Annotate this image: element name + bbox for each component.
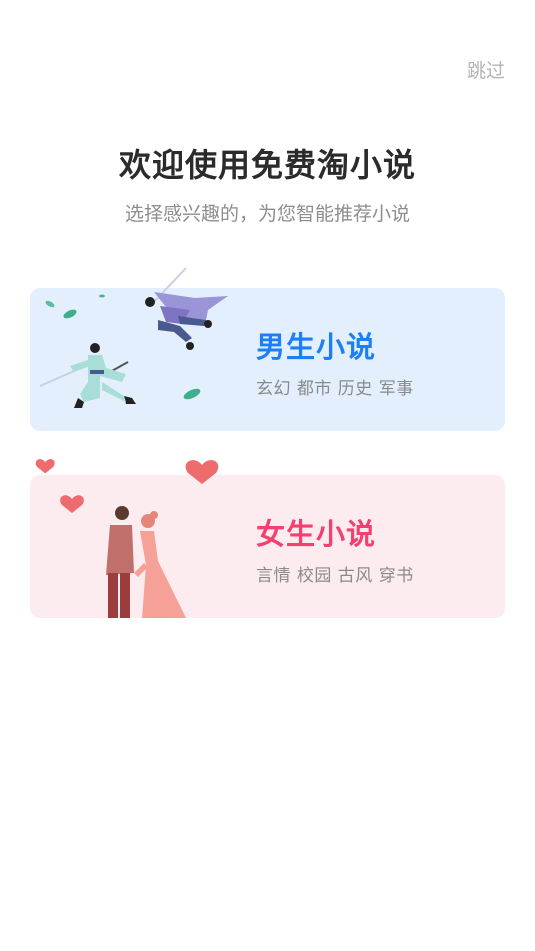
page-subtitle: 选择感兴趣的，为您智能推荐小说 <box>124 203 410 225</box>
couple-hearts-illustration <box>35 459 219 618</box>
male-novels-title: 男生小说 <box>256 330 377 364</box>
male-novels-tags: 玄幻 都市 历史 军事 <box>256 379 414 399</box>
interest-selection-screen: 跳过 欢迎使用免费淘小说 选择感兴趣的，为您智能推荐小说 男生小说 玄幻 都市 … <box>0 0 535 951</box>
page-title: 欢迎使用免费淘小说 <box>118 146 416 184</box>
female-novels-title: 女生小说 <box>256 517 377 551</box>
swordsmen-illustration <box>39 267 228 408</box>
female-novels-tags: 言情 校园 古风 穿书 <box>256 566 414 586</box>
skip-button[interactable]: 跳过 <box>467 56 505 83</box>
